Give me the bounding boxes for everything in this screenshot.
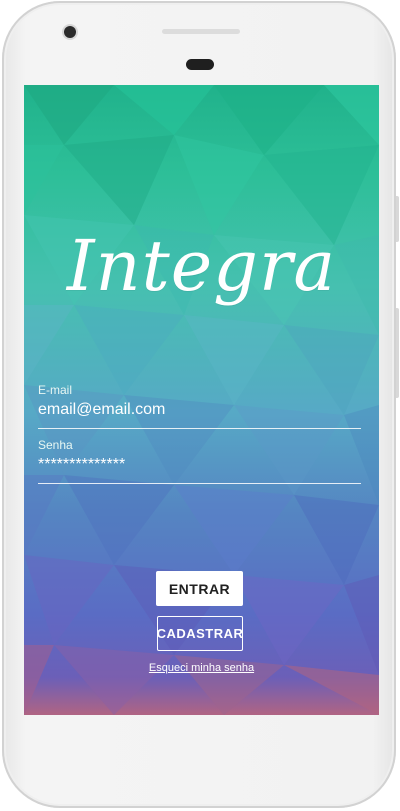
password-underline: [38, 483, 361, 484]
register-button[interactable]: CADASTRAR: [157, 616, 243, 651]
login-screen: Integra E-mail email@email.com Senha ***…: [24, 85, 379, 715]
power-button: [396, 196, 399, 242]
password-label: Senha: [38, 438, 73, 452]
phone-frame: Integra E-mail email@email.com Senha ***…: [2, 1, 396, 808]
password-input[interactable]: **************: [38, 455, 361, 475]
email-label: E-mail: [38, 383, 73, 397]
password-field[interactable]: Senha **************: [38, 438, 361, 484]
email-underline: [38, 428, 361, 429]
proximity-sensor: [186, 59, 214, 70]
volume-button: [396, 308, 399, 398]
app-logo: Integra: [66, 225, 337, 307]
front-camera-icon: [64, 26, 76, 38]
earpiece-speaker: [162, 29, 240, 34]
email-field[interactable]: E-mail email@email.com: [38, 383, 361, 429]
forgot-password-link[interactable]: Esqueci minha senha: [24, 662, 379, 674]
email-input[interactable]: email@email.com: [38, 400, 361, 420]
login-button[interactable]: ENTRAR: [156, 571, 243, 606]
